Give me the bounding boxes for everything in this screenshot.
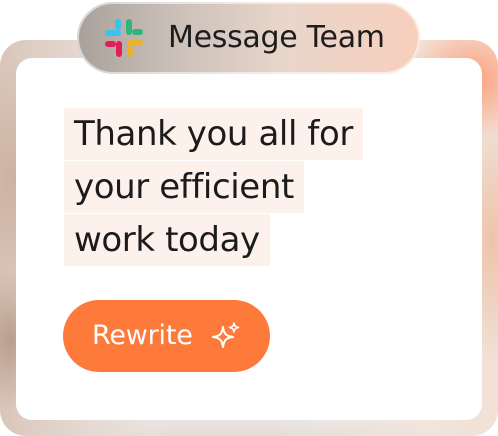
rewrite-button-label: Rewrite — [92, 320, 193, 351]
message-line: your efficient — [64, 161, 304, 213]
rewrite-button[interactable]: Rewrite — [63, 300, 270, 372]
sparkle-icon — [212, 322, 240, 348]
slack-logo-icon — [105, 19, 143, 57]
message-line: Thank you all for — [64, 108, 363, 160]
message-team-header[interactable]: Message Team — [77, 2, 420, 74]
message-line: work today — [64, 214, 270, 266]
message-widget: Message Team Thank you all for your effi… — [0, 0, 498, 436]
header-title: Message Team — [168, 20, 385, 55]
